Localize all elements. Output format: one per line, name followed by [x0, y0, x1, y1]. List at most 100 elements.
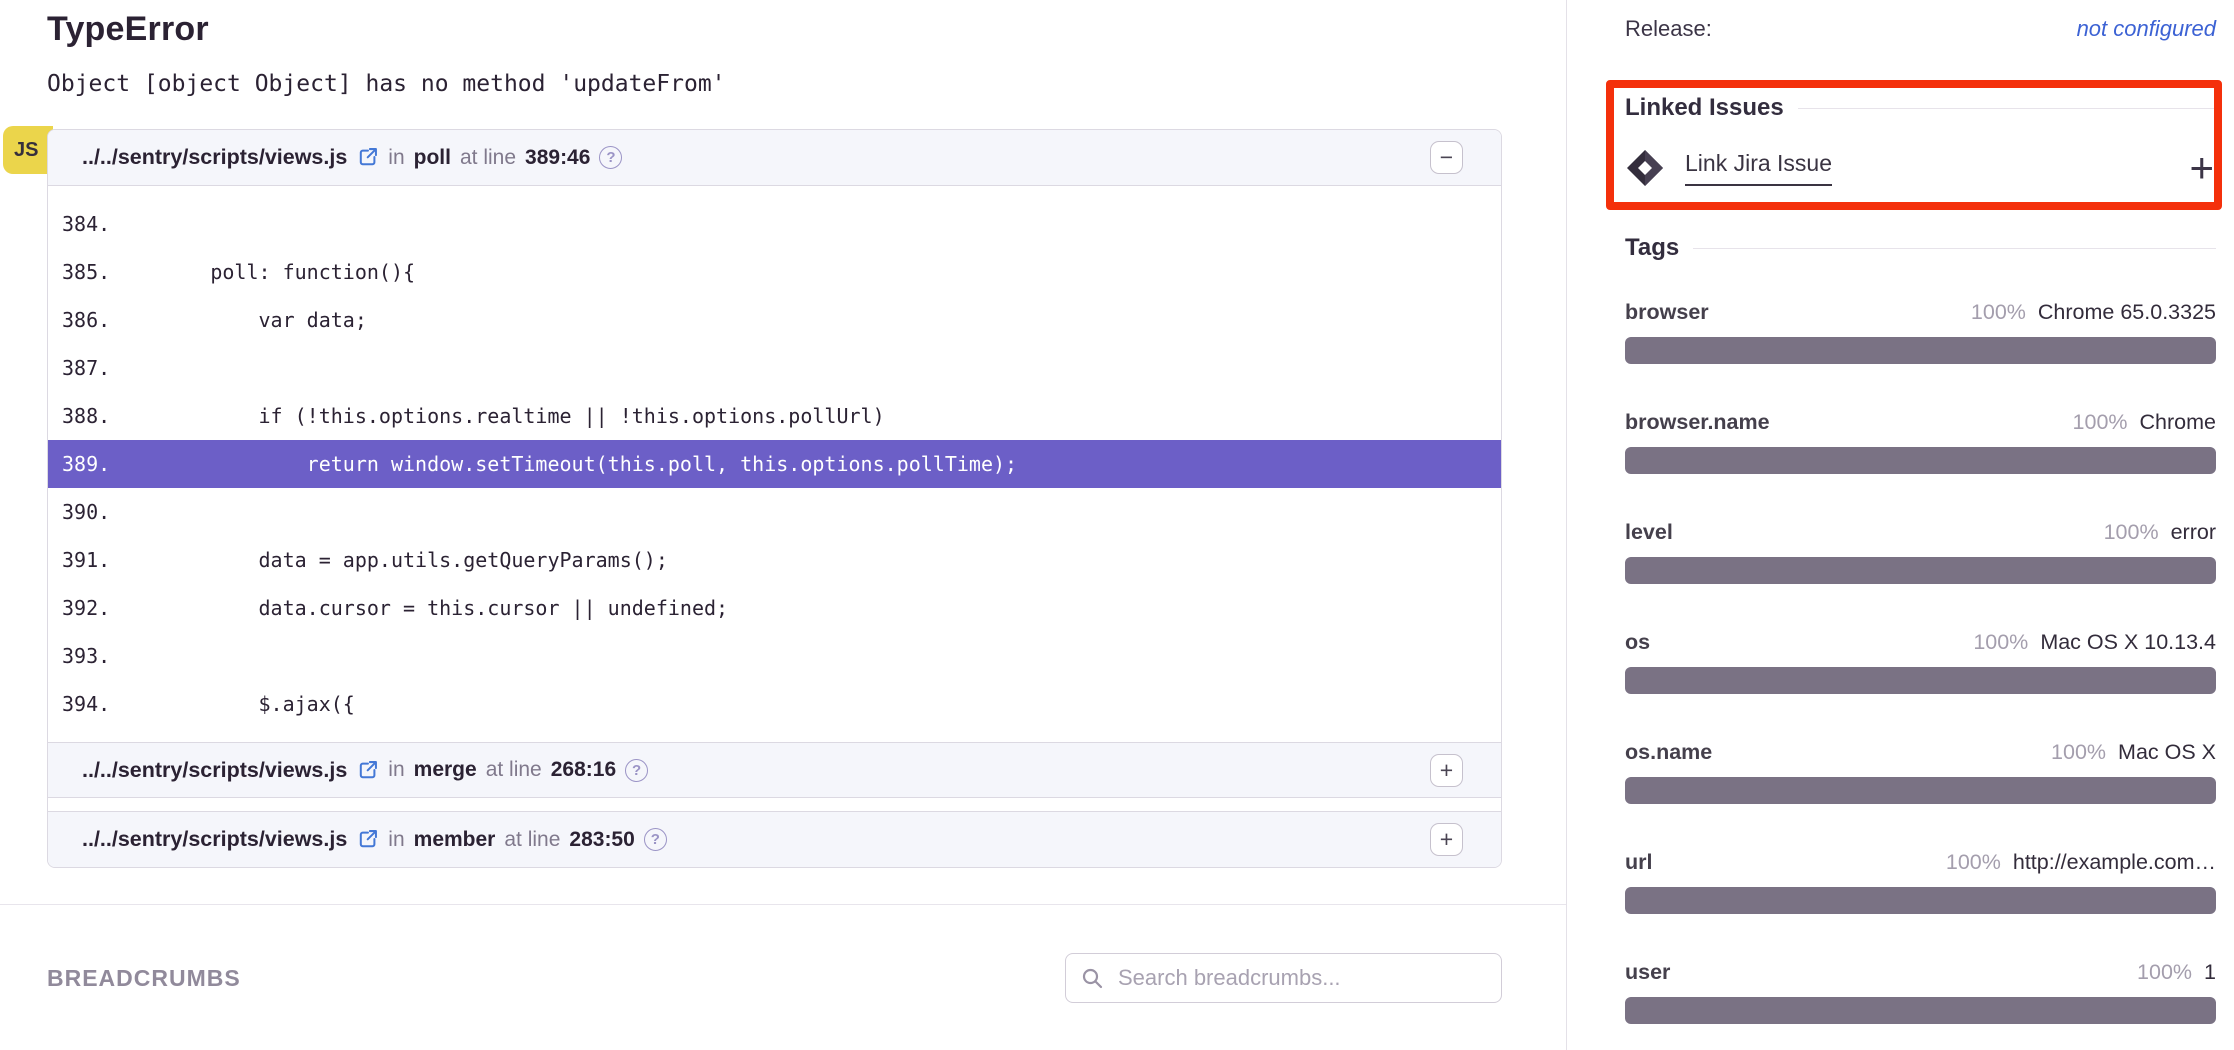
stack-frame-header-expanded[interactable]: ../../sentry/scripts/views.js in poll at…	[48, 130, 1501, 186]
tag-value[interactable]: error	[2171, 520, 2216, 545]
linked-issues-header: Linked Issues	[1625, 94, 2216, 122]
breadcrumbs-search	[1065, 953, 1502, 1003]
stack-frame-collapsed[interactable]: ../../sentry/scripts/views.js in member …	[48, 811, 1501, 867]
frame-atline-label: at line	[504, 828, 560, 852]
code-line-text: var data;	[114, 308, 367, 332]
tags-list: browser 100% Chrome 65.0.3325 browser.na…	[1625, 300, 2216, 1024]
code-line-number: 386.	[48, 308, 114, 332]
frame-file-path[interactable]: ../../sentry/scripts/views.js	[82, 145, 347, 170]
code-line-number: 387.	[48, 356, 114, 380]
tag-value[interactable]: Mac OS X	[2118, 740, 2216, 765]
collapse-frame-button[interactable]: −	[1430, 141, 1463, 174]
expand-frame-button[interactable]: +	[1430, 823, 1463, 856]
help-icon[interactable]: ?	[599, 146, 622, 169]
add-linked-issue-button[interactable]: +	[2189, 153, 2216, 183]
link-jira-issue-link[interactable]: Link Jira Issue	[1685, 150, 1832, 186]
code-line: 387.	[48, 344, 1501, 392]
tag-key[interactable]: url	[1625, 850, 1652, 875]
code-line-number: 384.	[48, 212, 114, 236]
jira-icon	[1625, 148, 1665, 188]
tag-distribution-bar[interactable]	[1625, 337, 2216, 364]
code-line-number: 393.	[48, 644, 114, 668]
code-line: 384.	[48, 200, 1501, 248]
tag-row: os.name 100% Mac OS X	[1625, 740, 2216, 804]
link-jira-row: Link Jira Issue +	[1625, 148, 2216, 188]
help-icon[interactable]: ?	[644, 828, 667, 851]
tag-row: level 100% error	[1625, 520, 2216, 584]
code-line-number: 388.	[48, 404, 114, 428]
tag-distribution-bar[interactable]	[1625, 447, 2216, 474]
tag-percent: 100%	[1971, 300, 2026, 325]
exception-section: TypeError Object [object Object] has no …	[0, 0, 1566, 868]
issue-detail-page: TypeError Object [object Object] has no …	[0, 0, 2234, 1050]
external-link-icon[interactable]	[356, 828, 379, 851]
exception-type-title: TypeError	[47, 10, 1502, 49]
code-line-number: 385.	[48, 260, 114, 284]
code-line: 385. poll: function(){	[48, 248, 1501, 296]
expand-frame-button[interactable]: +	[1430, 754, 1463, 787]
exception-message: Object [object Object] has no method 'up…	[47, 71, 1502, 97]
tag-key[interactable]: level	[1625, 520, 1673, 545]
code-line-number: 390.	[48, 500, 114, 524]
stack-frame-collapsed[interactable]: ../../sentry/scripts/views.js in merge a…	[48, 742, 1501, 798]
tag-key[interactable]: os	[1625, 630, 1650, 655]
tag-value[interactable]: 1	[2204, 960, 2216, 985]
stack-trace-card: ../../sentry/scripts/views.js in poll at…	[47, 129, 1502, 868]
code-line: 388. if (!this.options.realtime || !this…	[48, 392, 1501, 440]
tag-row-labels: os 100% Mac OS X 10.13.4	[1625, 630, 2216, 655]
tag-distribution-bar[interactable]	[1625, 557, 2216, 584]
tag-value[interactable]: Chrome	[2140, 410, 2216, 435]
tag-distribution-bar[interactable]	[1625, 997, 2216, 1024]
tag-distribution-bar[interactable]	[1625, 887, 2216, 914]
linked-issues-title: Linked Issues	[1625, 94, 1784, 122]
code-line: 389. return window.setTimeout(this.poll,…	[48, 440, 1501, 488]
tag-value[interactable]: Chrome 65.0.3325	[2038, 300, 2216, 325]
tag-row-labels: browser 100% Chrome 65.0.3325	[1625, 300, 2216, 325]
tag-row: user 100% 1	[1625, 960, 2216, 1024]
tag-percent: 100%	[1973, 630, 2028, 655]
linked-issues-section: Linked Issues Link Jira Issue +	[1625, 94, 2216, 188]
code-line-text: data = app.utils.getQueryParams();	[114, 548, 668, 572]
frame-line-number: 389:46	[525, 146, 590, 170]
search-icon	[1080, 966, 1104, 990]
source-code-context: 384. 385. poll: function(){ 386. var dat…	[48, 186, 1501, 742]
frame-atline-label: at line	[460, 146, 516, 170]
tag-key[interactable]: browser.name	[1625, 410, 1770, 435]
tag-value[interactable]: Mac OS X 10.13.4	[2040, 630, 2216, 655]
collapsed-frames: ../../sentry/scripts/views.js in merge a…	[48, 742, 1501, 867]
code-line-number: 394.	[48, 692, 114, 716]
frame-file-path[interactable]: ../../sentry/scripts/views.js	[82, 827, 347, 852]
code-line: 394. $.ajax({	[48, 680, 1501, 728]
tag-row: browser 100% Chrome 65.0.3325	[1625, 300, 2216, 364]
release-label: Release:	[1625, 16, 1712, 42]
header-rule	[1798, 108, 2216, 109]
frame-in-label: in	[388, 758, 404, 782]
code-line: 386. var data;	[48, 296, 1501, 344]
tags-header: Tags	[1625, 234, 2216, 262]
code-line-text: $.ajax({	[114, 692, 355, 716]
search-breadcrumbs-input[interactable]	[1065, 953, 1502, 1003]
frame-file-path[interactable]: ../../sentry/scripts/views.js	[82, 758, 347, 783]
tag-row-labels: url 100% http://example.com…	[1625, 850, 2216, 875]
tag-percent: 100%	[2073, 410, 2128, 435]
tag-row-labels: os.name 100% Mac OS X	[1625, 740, 2216, 765]
external-link-icon[interactable]	[356, 759, 379, 782]
issue-sidebar: Release: not configured Linked Issues Li…	[1566, 0, 2234, 1050]
breadcrumbs-section: BREADCRUMBS	[0, 905, 1566, 1003]
code-line-number: 391.	[48, 548, 114, 572]
tags-section: Tags browser 100% Chrome 65.0.3325	[1625, 234, 2216, 1024]
tag-percent: 100%	[2137, 960, 2192, 985]
tag-key[interactable]: os.name	[1625, 740, 1712, 765]
code-line-text: return window.setTimeout(this.poll, this…	[114, 452, 1017, 476]
tag-distribution-bar[interactable]	[1625, 667, 2216, 694]
frame-function-name: poll	[414, 146, 451, 170]
tag-key[interactable]: browser	[1625, 300, 1709, 325]
breadcrumbs-title: BREADCRUMBS	[47, 965, 241, 992]
tag-key[interactable]: user	[1625, 960, 1670, 985]
tag-percent: 100%	[2104, 520, 2159, 545]
tag-value[interactable]: http://example.com…	[2013, 850, 2216, 875]
external-link-icon[interactable]	[356, 146, 379, 169]
tag-distribution-bar[interactable]	[1625, 777, 2216, 804]
release-not-configured-link[interactable]: not configured	[2077, 16, 2216, 42]
help-icon[interactable]: ?	[625, 759, 648, 782]
